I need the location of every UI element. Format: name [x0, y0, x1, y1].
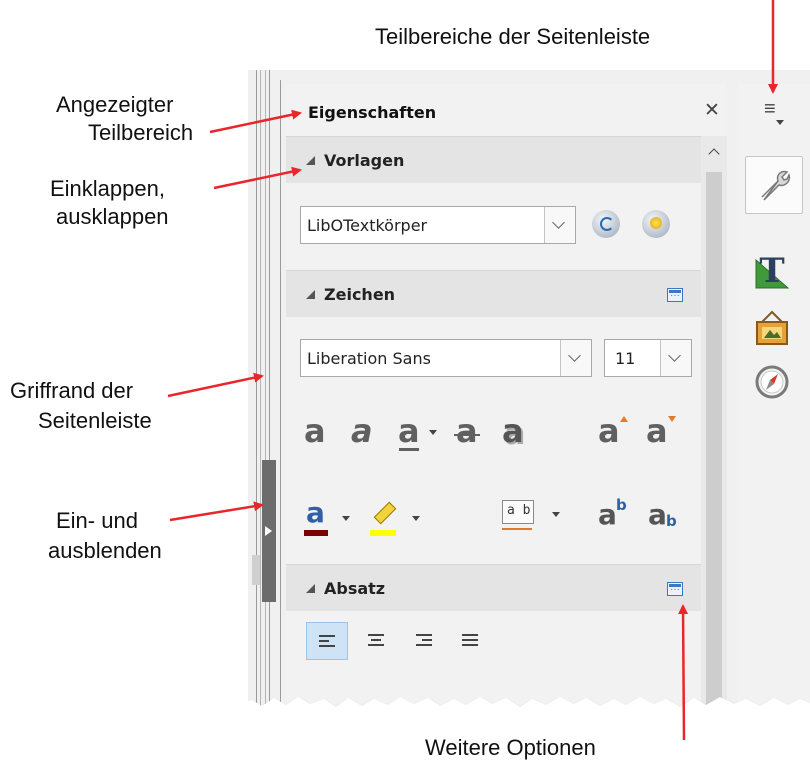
arrow-grip [167, 372, 264, 398]
annotation-arrows [167, 0, 778, 741]
arrow-toggle [169, 501, 264, 522]
arrow-more-options [678, 604, 689, 741]
arrow-shown-panel [209, 109, 302, 134]
arrow-collapse [213, 166, 302, 190]
